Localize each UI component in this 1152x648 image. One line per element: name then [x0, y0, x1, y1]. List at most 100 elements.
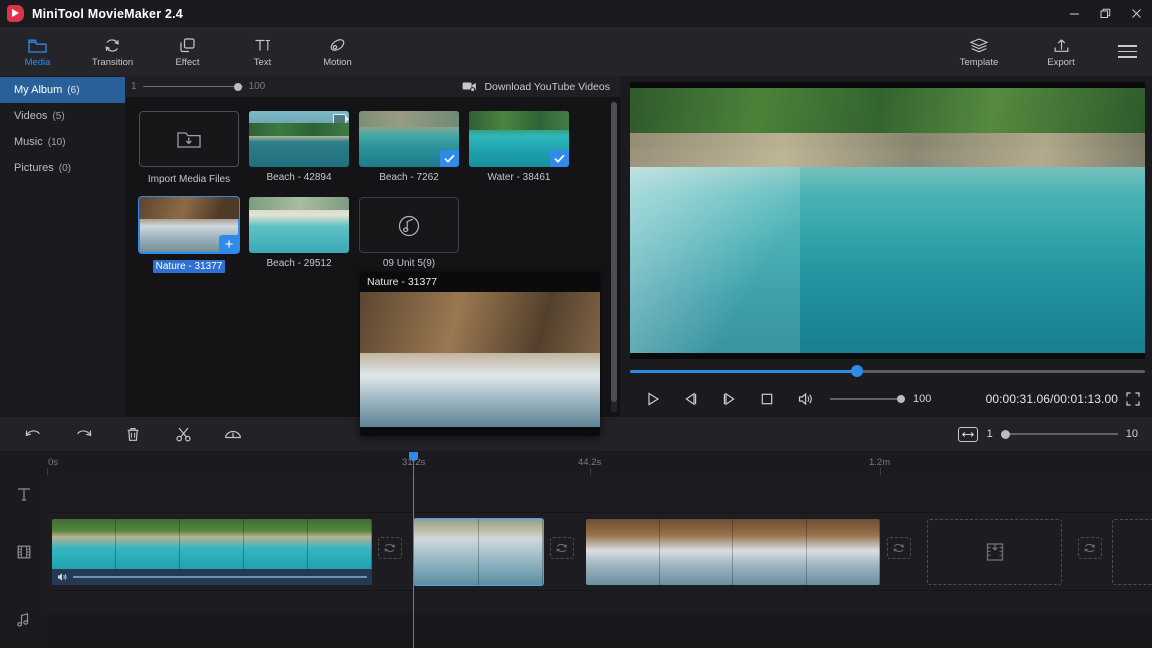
video-download-icon	[462, 81, 477, 92]
import-folder-icon	[175, 127, 203, 151]
track-lanes	[47, 475, 1152, 648]
audio-track-lane[interactable]	[47, 591, 1152, 648]
media-item-beach-29512[interactable]: Beach - 29512	[249, 197, 349, 278]
add-to-timeline-button[interactable]: +	[219, 235, 239, 253]
media-item-beach-42894[interactable]: Beach - 42894	[249, 111, 349, 185]
media-panel-scrollbar[interactable]	[611, 102, 617, 412]
clip-frame	[479, 519, 544, 585]
track-headers	[0, 475, 47, 648]
export-label: Export	[1047, 57, 1074, 68]
redo-button[interactable]	[58, 417, 108, 451]
video-track-lane[interactable]	[47, 513, 1152, 591]
restore-button[interactable]	[1090, 0, 1121, 27]
previous-frame-button[interactable]	[672, 384, 710, 414]
text-track-icon[interactable]	[0, 475, 47, 513]
tab-effect[interactable]: Effect	[150, 27, 225, 76]
sidebar-item-music[interactable]: Music (10)	[0, 129, 125, 155]
media-item-09-unit-5[interactable]: 09 Unit 5(9)	[359, 197, 459, 278]
hamburger-menu-icon[interactable]	[1102, 27, 1152, 76]
tab-transition-label: Transition	[92, 57, 133, 68]
transition-slot-3[interactable]	[887, 537, 911, 559]
video-type-icon	[333, 200, 346, 210]
close-button[interactable]	[1121, 0, 1152, 27]
timeline-clip-2[interactable]	[414, 519, 543, 585]
delete-button[interactable]	[108, 417, 158, 451]
thumb-slider-track[interactable]	[143, 86, 243, 88]
timeline-zoom-slider[interactable]: 1 10	[987, 428, 1138, 440]
thumbnail-size-slider[interactable]: 1 100	[131, 81, 265, 92]
import-media-cell[interactable]: Import Media Files	[139, 111, 239, 185]
media-item-nature-31377[interactable]: + Nature - 31377	[139, 197, 239, 278]
tab-media-label: Media	[25, 57, 51, 68]
media-drop-zone-1[interactable]	[927, 519, 1062, 585]
volume-track[interactable]	[830, 398, 905, 400]
audio-thumbnail[interactable]	[359, 197, 459, 253]
fullscreen-icon[interactable]	[1118, 384, 1148, 414]
effect-icon	[178, 35, 197, 54]
volume-handle[interactable]	[897, 395, 905, 403]
video-frame	[630, 82, 1145, 359]
export-button[interactable]: Export	[1020, 27, 1102, 76]
media-drop-zone-2[interactable]	[1112, 519, 1152, 585]
download-youtube-videos-button[interactable]: Download YouTube Videos	[462, 81, 610, 93]
music-note-circle-icon	[394, 210, 424, 240]
timeline-ruler[interactable]: 0s 31.2s 44.2s 1.2m	[0, 451, 1152, 475]
next-frame-button[interactable]	[710, 384, 748, 414]
import-media-box[interactable]	[139, 111, 239, 167]
media-thumbnail[interactable]	[249, 197, 349, 253]
selected-check-icon	[440, 150, 459, 167]
media-item-beach-7262[interactable]: Beach - 7262	[359, 111, 459, 185]
sidebar-item-my-album[interactable]: My Album (6)	[0, 77, 125, 103]
transition-slot-4[interactable]	[1078, 537, 1102, 559]
template-button[interactable]: Template	[938, 27, 1020, 76]
clip-mute-icon[interactable]	[57, 572, 68, 582]
sidebar-item-videos[interactable]: Videos (5)	[0, 103, 125, 129]
speed-button[interactable]	[208, 417, 258, 451]
media-hover-preview: Nature - 31377	[360, 272, 600, 436]
sidebar-item-music-label: Music	[14, 136, 43, 148]
sidebar-item-pictures[interactable]: Pictures (0)	[0, 155, 125, 181]
text-track-lane[interactable]	[47, 475, 1152, 513]
undo-button[interactable]	[8, 417, 58, 451]
preview-video-image[interactable]	[630, 88, 1145, 353]
media-thumbnail[interactable]	[469, 111, 569, 167]
timeline-zoom-handle[interactable]	[1001, 430, 1010, 439]
seek-handle[interactable]	[851, 365, 863, 377]
playhead[interactable]	[413, 460, 414, 648]
clip-audio-bar[interactable]	[52, 569, 372, 585]
folder-icon	[28, 35, 47, 54]
clip-frame	[733, 519, 807, 585]
tab-media[interactable]: Media	[0, 27, 75, 76]
media-thumbnail[interactable]: +	[139, 197, 239, 253]
timeline-clip-1[interactable]	[52, 519, 372, 585]
tab-text[interactable]: Text	[225, 27, 300, 76]
app-window: MiniTool MovieMaker 2.4 Media Transiti	[0, 0, 1152, 648]
template-label: Template	[960, 57, 999, 68]
split-button[interactable]	[158, 417, 208, 451]
layers-icon	[969, 35, 989, 54]
transition-slot-1[interactable]	[378, 537, 402, 559]
seek-bar[interactable]	[630, 364, 1145, 378]
timeline-zoom-track[interactable]	[1001, 433, 1118, 435]
clip-frame	[807, 519, 881, 585]
timeline-clip-3[interactable]	[586, 519, 880, 585]
sidebar-item-pictures-label: Pictures	[14, 162, 54, 174]
stop-button[interactable]	[748, 384, 786, 414]
music-track-icon[interactable]	[0, 591, 47, 648]
fit-to-window-icon[interactable]	[958, 427, 978, 442]
volume-button[interactable]	[786, 384, 824, 414]
volume-slider[interactable]: 100	[830, 393, 931, 405]
play-button[interactable]	[634, 384, 672, 414]
ruler-tick	[880, 468, 881, 475]
thumb-slider-knob[interactable]	[234, 83, 242, 91]
transition-slot-2[interactable]	[550, 537, 574, 559]
media-thumbnail[interactable]	[359, 111, 459, 167]
media-thumbnail[interactable]	[249, 111, 349, 167]
tab-motion[interactable]: Motion	[300, 27, 375, 76]
tab-text-label: Text	[254, 57, 271, 68]
media-item-water-38461[interactable]: Water - 38461	[469, 111, 569, 185]
tab-transition[interactable]: Transition	[75, 27, 150, 76]
minimize-button[interactable]	[1059, 0, 1090, 27]
film-track-icon[interactable]	[0, 513, 47, 591]
timeline-tracks	[0, 475, 1152, 648]
